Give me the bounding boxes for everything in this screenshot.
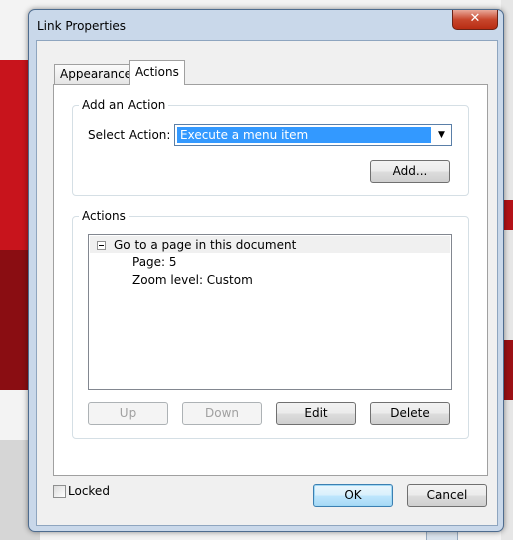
tree-row-root[interactable]: Go to a page in this document bbox=[90, 236, 450, 253]
add-action-group-label: Add an Action bbox=[79, 98, 169, 112]
cancel-button[interactable]: Cancel bbox=[407, 484, 487, 507]
tab-actions[interactable]: Actions bbox=[129, 60, 185, 85]
add-action-group: Add an Action Select Action: Execute a m… bbox=[72, 98, 469, 196]
actions-tab-panel: Add an Action Select Action: Execute a m… bbox=[53, 84, 488, 476]
select-action-dropdown[interactable]: Execute a menu item ▼ bbox=[174, 124, 452, 146]
tree-child-page[interactable]: Page: 5 bbox=[132, 255, 177, 269]
collapse-icon[interactable] bbox=[97, 241, 106, 250]
chevron-down-icon[interactable]: ▼ bbox=[433, 126, 450, 144]
down-button[interactable]: Down bbox=[182, 402, 262, 425]
select-action-value: Execute a menu item bbox=[177, 127, 431, 143]
close-icon: ✕ bbox=[469, 11, 481, 26]
add-button[interactable]: Add... bbox=[370, 160, 450, 183]
locked-checkbox[interactable] bbox=[53, 485, 66, 498]
actions-group: Actions Go to a page in this document Pa… bbox=[72, 209, 469, 439]
locked-label: Locked bbox=[68, 484, 110, 498]
title-bar[interactable]: Link Properties ✕ bbox=[29, 10, 503, 40]
actions-group-label: Actions bbox=[79, 209, 129, 223]
tab-appearance[interactable]: Appearance bbox=[54, 64, 139, 84]
dialog-title: Link Properties bbox=[37, 19, 127, 33]
edit-button[interactable]: Edit bbox=[276, 402, 356, 425]
link-properties-dialog: Link Properties ✕ Appearance Actions Add… bbox=[28, 9, 504, 532]
tree-root-label: Go to a page in this document bbox=[114, 238, 297, 252]
close-button[interactable]: ✕ bbox=[452, 10, 498, 30]
ok-button[interactable]: OK bbox=[313, 484, 393, 507]
select-action-label: Select Action: bbox=[88, 128, 171, 142]
dialog-client-area: Appearance Actions Add an Action Select … bbox=[36, 40, 498, 526]
up-button[interactable]: Up bbox=[88, 402, 168, 425]
tree-child-zoom[interactable]: Zoom level: Custom bbox=[132, 273, 253, 287]
delete-button[interactable]: Delete bbox=[370, 402, 450, 425]
actions-tree[interactable]: Go to a page in this document Page: 5 Zo… bbox=[88, 234, 452, 390]
